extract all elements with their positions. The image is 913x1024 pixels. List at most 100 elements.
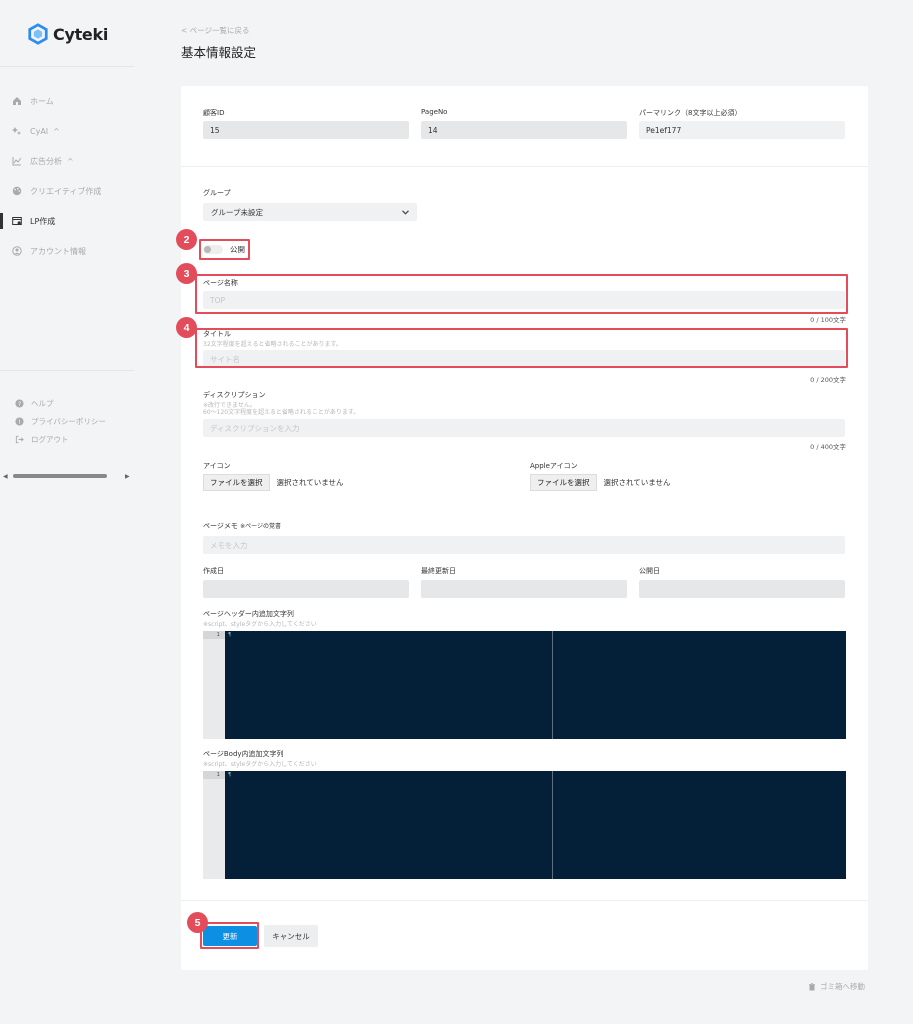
body-code-hint: ※script、styleタグから入力してください <box>203 761 317 768</box>
created-date-label: 作成日 <box>203 567 224 575</box>
sidebar: Cyteki ホーム CyAI ^ 広告分析 ^ クリエイティブ作成 LP作成 … <box>0 0 134 1024</box>
chart-icon <box>12 156 22 166</box>
editor-split-divider[interactable] <box>552 771 553 879</box>
brand-name: Cyteki <box>53 24 108 44</box>
line-gutter <box>203 771 225 879</box>
description-placeholder: ディスクリプションを入力 <box>210 423 300 433</box>
sidebar-footer: ? ヘルプ ! プライバシーポリシー ログアウト <box>15 394 106 448</box>
apple-icon-file-button[interactable]: ファイルを選択 <box>530 474 597 491</box>
annotation-badge-4: 4 <box>176 317 197 338</box>
editor-cursor: ¶ <box>228 772 232 778</box>
customer-id-label: 顧客ID <box>203 109 225 117</box>
sidebar-item-creative[interactable]: クリエイティブ作成 <box>0 176 134 206</box>
sidebar-item-cyai[interactable]: CyAI ^ <box>0 116 134 146</box>
highlight-title <box>195 328 848 368</box>
apple-icon-file-input[interactable]: ファイルを選択 選択されていません <box>530 474 671 491</box>
sidebar-horizontal-scrollbar[interactable]: ◀ ▶ <box>3 472 131 480</box>
user-circle-icon <box>12 246 22 256</box>
annotation-badge-5: 5 <box>187 912 208 933</box>
page-name-counter: 0 / 100文字 <box>810 316 846 324</box>
updated-date-label: 最終更新日 <box>421 567 456 575</box>
scroll-right-icon[interactable]: ▶ <box>125 473 131 480</box>
chevron-down-icon <box>402 208 409 217</box>
icon-file-status: 選択されていません <box>276 478 344 487</box>
scroll-left-icon[interactable]: ◀ <box>3 473 9 480</box>
sidebar-item-label: 広告分析 <box>30 156 62 166</box>
published-date-field <box>639 580 845 598</box>
sidebar-item-label: LP作成 <box>30 216 56 226</box>
memo-note: ※ページの覚書 <box>240 523 282 530</box>
body-code-label: ページBody内追加文字列 <box>203 750 284 758</box>
sidebar-item-label: CyAI <box>30 126 49 136</box>
info-icon: ! <box>15 416 24 426</box>
head-code-label: ページヘッダー内追加文字列 <box>203 610 294 618</box>
editor-split-divider[interactable] <box>552 631 553 739</box>
group-select[interactable]: グループ未設定 <box>203 203 417 221</box>
palette-icon <box>12 186 22 196</box>
sidebar-item-label: アカウント情報 <box>30 246 86 256</box>
sidebar-item-label: ホーム <box>30 96 54 106</box>
line-gutter <box>203 631 225 739</box>
memo-label-text: ページメモ <box>203 522 238 530</box>
group-label: グループ <box>203 189 231 197</box>
sidebar-item-privacy[interactable]: ! プライバシーポリシー <box>15 412 106 430</box>
customer-id-field: 15 <box>203 121 409 139</box>
move-to-trash-link[interactable]: ゴミ箱へ移動 <box>808 981 865 992</box>
permalink-label: パーマリンク（8文字以上必須） <box>639 109 742 117</box>
window-icon <box>12 216 22 226</box>
back-to-page-list-link[interactable]: < ページ一覧に戻る <box>181 25 250 36</box>
svg-text:!: ! <box>18 418 21 425</box>
customer-id-value: 15 <box>210 125 220 135</box>
divider <box>0 370 134 371</box>
group-select-value: グループ未設定 <box>211 207 264 217</box>
permalink-input[interactable]: Pe1ef177 <box>639 121 845 139</box>
description-counter: 0 / 400文字 <box>810 443 846 451</box>
scrollbar-thumb[interactable] <box>13 474 107 478</box>
annotation-badge-2: 2 <box>176 229 197 250</box>
sidebar-item-lp[interactable]: LP作成 <box>0 206 134 236</box>
sidebar-item-label: ログアウト <box>31 434 69 444</box>
apple-icon-label: Appleアイコン <box>530 462 578 470</box>
divider <box>0 66 134 67</box>
apple-icon-file-status: 選択されていません <box>603 478 671 487</box>
title-counter: 0 / 200文字 <box>810 376 846 384</box>
description-input[interactable]: ディスクリプションを入力 <box>203 419 845 437</box>
cyteki-logo-icon <box>28 23 48 45</box>
basic-info-form-card: 顧客ID 15 PageNo 14 パーマリンク（8文字以上必須） Pe1ef1… <box>181 86 868 970</box>
updated-date-field <box>421 580 627 598</box>
sidebar-nav: ホーム CyAI ^ 広告分析 ^ クリエイティブ作成 LP作成 アカウント情報 <box>0 86 134 266</box>
icon-file-input[interactable]: ファイルを選択 選択されていません <box>203 474 344 491</box>
editor-cursor: ¶ <box>228 632 232 638</box>
trash-icon <box>809 982 815 990</box>
page-no-label: PageNo <box>421 108 448 116</box>
sidebar-item-label: クリエイティブ作成 <box>30 186 102 196</box>
description-hint-2: 60〜120文字程度を超えると省略されることがあります。 <box>203 409 360 416</box>
annotation-badge-3: 3 <box>176 263 197 284</box>
sidebar-item-label: ヘルプ <box>31 398 54 408</box>
icon-file-button[interactable]: ファイルを選択 <box>203 474 270 491</box>
highlight-update-button <box>200 922 259 949</box>
page-title: 基本情報設定 <box>181 45 257 60</box>
memo-label: ページメモ ※ページの覚書 <box>203 521 281 531</box>
sidebar-item-logout[interactable]: ログアウト <box>15 430 106 448</box>
memo-placeholder: メモを入力 <box>210 540 248 550</box>
page-no-field: 14 <box>421 121 627 139</box>
line-number: 1 <box>203 631 225 639</box>
sidebar-item-home[interactable]: ホーム <box>0 86 134 116</box>
sidebar-item-label: プライバシーポリシー <box>31 416 106 426</box>
body-code-editor[interactable]: 1 ¶ <box>203 771 846 879</box>
home-icon <box>12 96 22 106</box>
sidebar-item-help[interactable]: ? ヘルプ <box>15 394 106 412</box>
highlight-publish-toggle <box>199 239 250 260</box>
cancel-button[interactable]: キャンセル <box>264 925 318 947</box>
sidebar-item-ad-analysis[interactable]: 広告分析 ^ <box>0 146 134 176</box>
brand-logo[interactable]: Cyteki <box>27 22 108 46</box>
head-code-editor[interactable]: 1 ¶ <box>203 631 846 739</box>
move-to-trash-label: ゴミ箱へ移動 <box>820 982 865 991</box>
logout-icon <box>15 435 24 444</box>
memo-input[interactable]: メモを入力 <box>203 536 845 554</box>
highlight-page-name <box>195 274 848 314</box>
published-date-label: 公開日 <box>639 567 660 575</box>
sidebar-item-account[interactable]: アカウント情報 <box>0 236 134 266</box>
svg-text:?: ? <box>18 400 21 407</box>
